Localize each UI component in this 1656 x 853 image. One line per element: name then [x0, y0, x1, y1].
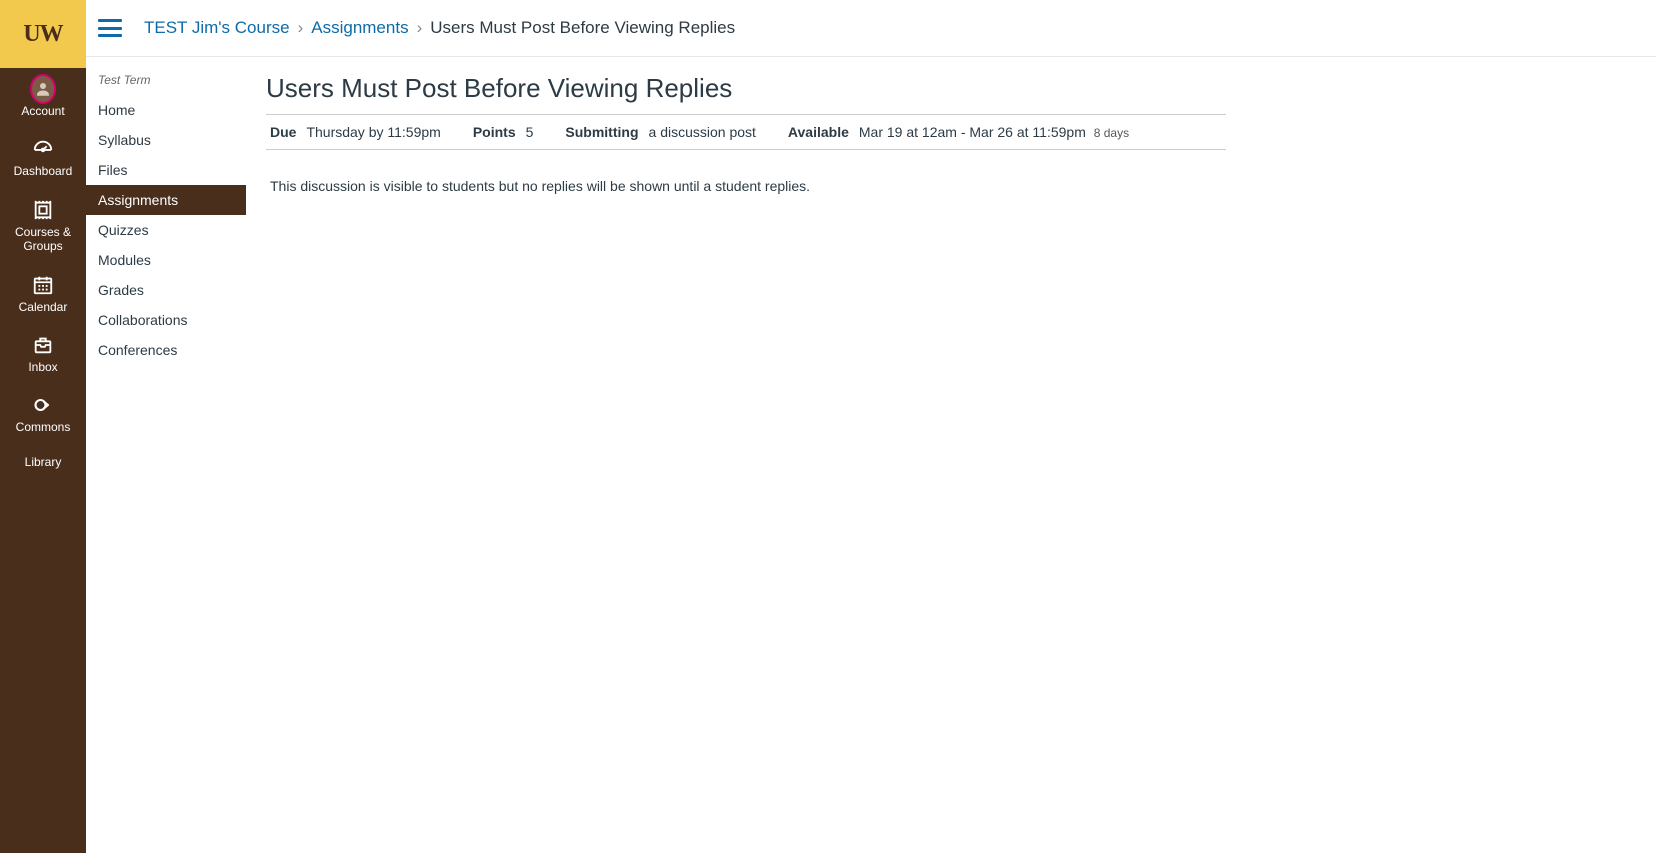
cnav-assignments[interactable]: Assignments	[86, 185, 246, 215]
points-value: 5	[526, 124, 534, 140]
course-nav: Test Term Home Syllabus Files Assignment…	[86, 57, 246, 853]
submitting-label: Submitting	[565, 124, 638, 140]
courses-icon	[30, 199, 56, 221]
assignment-description: This discussion is visible to students b…	[266, 150, 1226, 222]
nav-library[interactable]: Library	[0, 445, 86, 479]
term-label: Test Term	[86, 69, 246, 95]
inbox-icon	[30, 334, 56, 356]
crumb-sep: ›	[298, 18, 304, 38]
main-content: Users Must Post Before Viewing Replies D…	[246, 57, 1266, 853]
meta-submitting: Submitting a discussion post	[565, 124, 756, 140]
submitting-value: a discussion post	[649, 124, 756, 140]
meta-due: Due Thursday by 11:59pm	[270, 124, 441, 140]
breadcrumb-bar: TEST Jim's Course › Assignments › Users …	[86, 0, 1656, 57]
due-value: Thursday by 11:59pm	[306, 124, 440, 140]
nav-dashboard[interactable]: Dashboard	[0, 128, 86, 188]
available-value: Mar 19 at 12am - Mar 26 at 11:59pm	[859, 124, 1086, 140]
commons-icon	[30, 394, 56, 416]
hamburger-icon[interactable]	[98, 19, 122, 37]
calendar-icon	[30, 274, 56, 296]
meta-points: Points 5	[473, 124, 534, 140]
crumb-section[interactable]: Assignments	[311, 18, 408, 38]
page-title: Users Must Post Before Viewing Replies	[266, 73, 1226, 104]
due-label: Due	[270, 124, 296, 140]
crumb-sep: ›	[417, 18, 423, 38]
global-nav: UW Account Dashboard Courses & Groups Ca…	[0, 0, 86, 853]
available-label: Available	[788, 124, 849, 140]
cnav-collaborations[interactable]: Collaborations	[86, 305, 246, 335]
cnav-grades[interactable]: Grades	[86, 275, 246, 305]
cnav-syllabus[interactable]: Syllabus	[86, 125, 246, 155]
logo-text: UW	[23, 21, 62, 48]
crumb-current: Users Must Post Before Viewing Replies	[430, 18, 735, 38]
meta-available: Available Mar 19 at 12am - Mar 26 at 11:…	[788, 124, 1129, 140]
nav-calendar[interactable]: Calendar	[0, 264, 86, 324]
points-label: Points	[473, 124, 516, 140]
nav-account[interactable]: Account	[0, 68, 86, 128]
cnav-files[interactable]: Files	[86, 155, 246, 185]
nav-inbox[interactable]: Inbox	[0, 324, 86, 384]
nav-courses[interactable]: Courses & Groups	[0, 189, 86, 264]
logo[interactable]: UW	[0, 0, 86, 68]
cnav-modules[interactable]: Modules	[86, 245, 246, 275]
account-icon	[30, 78, 56, 100]
cnav-home[interactable]: Home	[86, 95, 246, 125]
crumb-course[interactable]: TEST Jim's Course	[144, 18, 290, 38]
cnav-quizzes[interactable]: Quizzes	[86, 215, 246, 245]
dashboard-icon	[30, 138, 56, 160]
nav-commons[interactable]: Commons	[0, 384, 86, 444]
available-extra: 8 days	[1094, 126, 1129, 140]
assignment-meta: Due Thursday by 11:59pm Points 5 Submitt…	[266, 114, 1226, 150]
cnav-conferences[interactable]: Conferences	[86, 335, 246, 365]
